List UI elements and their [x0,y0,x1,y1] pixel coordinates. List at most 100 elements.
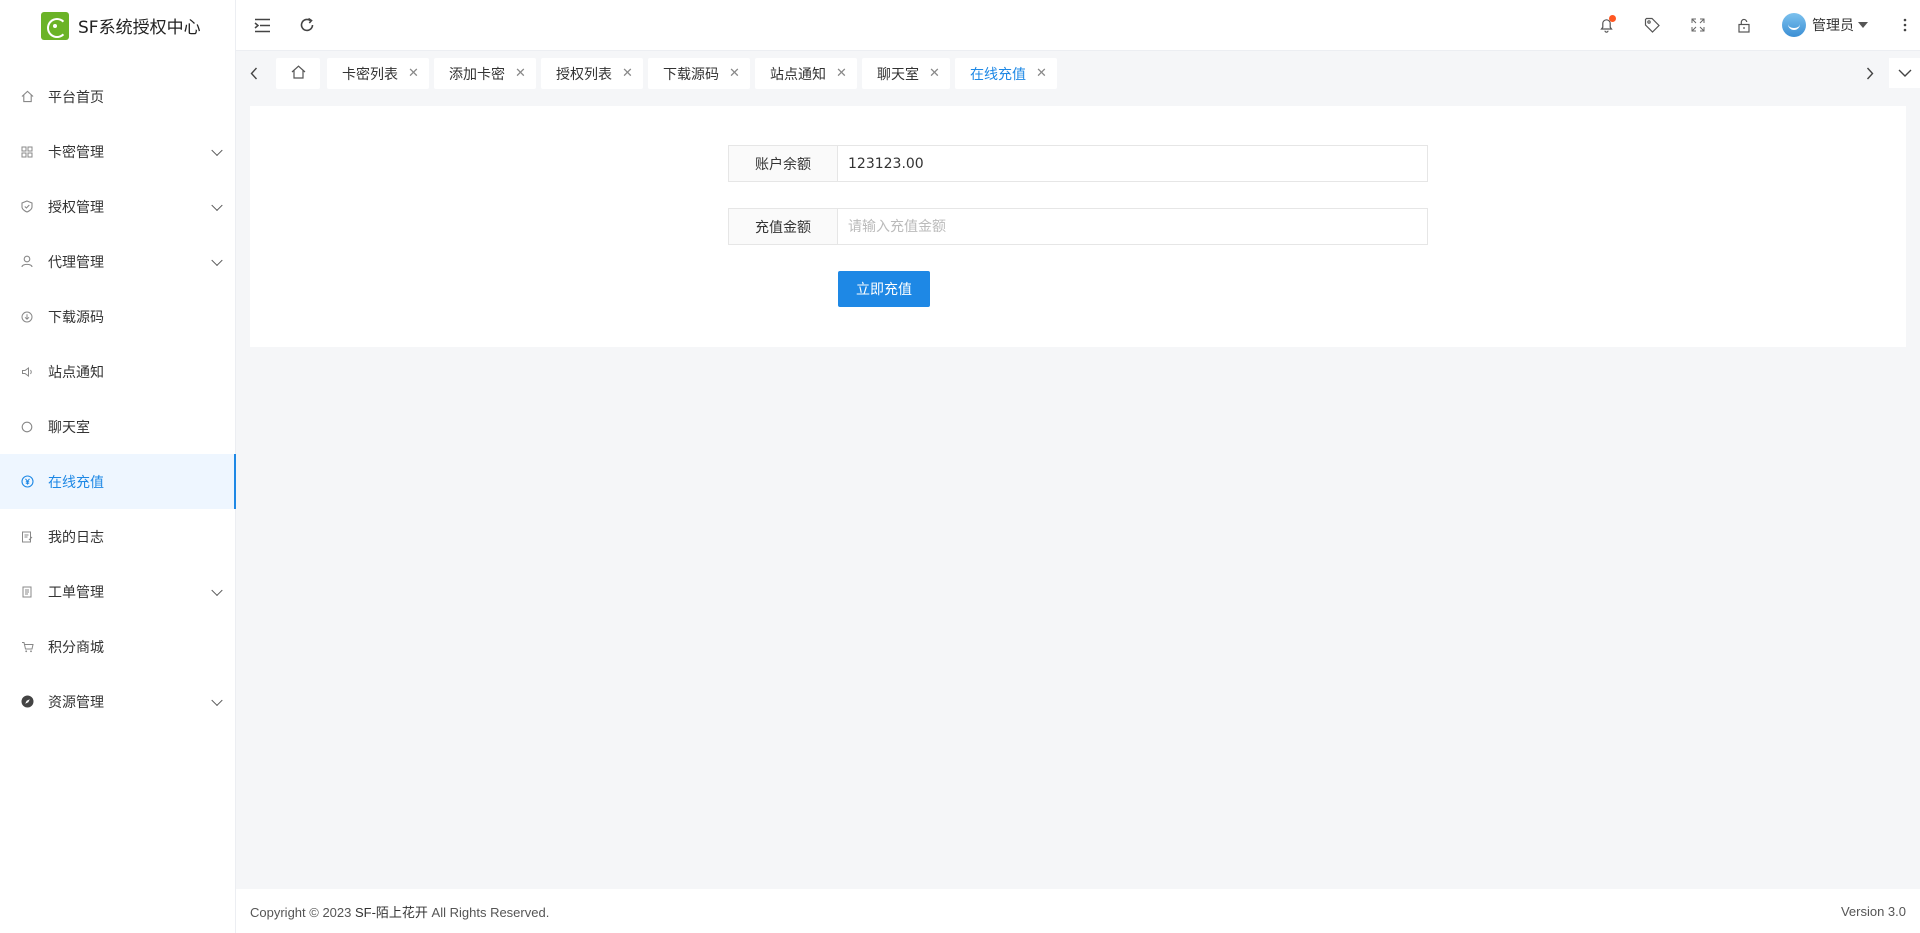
caret-down-icon [1858,22,1868,28]
tabs-bar: 卡密列表 ✕ 添加卡密 ✕ 授权列表 ✕ 下载源码 ✕ 站点通知 ✕ 聊天室 ✕… [236,51,1920,96]
sidebar-item-label: 站点通知 [48,364,104,381]
compass-icon [20,695,34,709]
tab-auth-list[interactable]: 授权列表 ✕ [541,58,643,89]
tab-card-list[interactable]: 卡密列表 ✕ [327,58,429,89]
version: Version 3.0 [1840,903,1906,919]
balance-field[interactable] [838,145,1428,182]
tab-home[interactable] [276,58,320,89]
tab-label: 站点通知 [770,66,826,83]
sidebar-item-recharge[interactable]: 在线充值 [0,454,236,509]
ticket-icon [20,585,34,599]
sidebar-item-label: 卡密管理 [48,144,104,161]
sidebar-item-label: 工单管理 [48,584,104,601]
tab-label: 聊天室 [877,66,919,83]
tab-label: 添加卡密 [449,66,505,83]
more-icon[interactable] [1894,14,1916,36]
sidebar: SF系统授权中心 平台首页 卡密管理 授权管理 代理管理 下载源码 站点通知 聊… [0,0,236,933]
refresh-icon[interactable] [296,14,318,36]
tab-label: 卡密列表 [342,66,398,83]
sidebar-item-agents[interactable]: 代理管理 [0,234,235,289]
chevron-down-icon[interactable] [1889,58,1920,88]
log-icon [20,530,34,544]
cart-icon [20,640,34,654]
lock-icon[interactable] [1733,14,1755,36]
chevron-down-icon [211,694,223,706]
download-icon [20,310,34,324]
copyright-suffix: All Rights Reserved. [427,904,550,920]
sidebar-item-points-mall[interactable]: 积分商城 [0,619,235,674]
copyright-brand: SF-陌上花开 [354,904,428,920]
home-icon [291,64,306,83]
chevron-right-icon[interactable] [1856,58,1884,88]
sidebar-item-label: 在线充值 [48,474,104,491]
home-icon [20,90,34,104]
close-icon[interactable]: ✕ [836,66,847,81]
sidebar-item-label: 下载源码 [48,309,104,326]
sidebar-item-download[interactable]: 下载源码 [0,289,235,344]
sidebar-item-chatroom[interactable]: 聊天室 [0,399,235,454]
tab-label: 在线充值 [970,66,1026,83]
close-icon[interactable]: ✕ [408,66,419,81]
tag-icon[interactable] [1641,14,1663,36]
menu-fold-icon[interactable] [251,14,273,36]
footer: Copyright © 2023 SF-陌上花开 All Rights Rese… [236,889,1920,933]
user-icon [20,255,34,269]
amount-input[interactable] [838,208,1428,245]
balance-row: 账户余额 [728,145,1428,182]
sidebar-item-my-logs[interactable]: 我的日志 [0,509,235,564]
yen-icon [20,475,34,489]
app-title: SF系统授权中心 [78,18,201,38]
chevron-down-icon [211,199,223,211]
close-icon[interactable]: ✕ [1036,66,1047,81]
bell-icon[interactable] [1595,14,1617,36]
sidebar-item-label: 代理管理 [48,254,104,271]
shield-icon [20,200,34,214]
sidebar-item-label: 积分商城 [48,639,104,656]
chevron-left-icon[interactable] [240,58,268,88]
balance-label: 账户余额 [728,145,838,182]
amount-row: 充值金额 [728,208,1428,245]
chevron-down-icon [211,144,223,156]
recharge-button[interactable]: 立即充值 [838,271,930,307]
close-icon[interactable]: ✕ [729,66,740,81]
chat-icon [20,420,34,434]
tab-notices[interactable]: 站点通知 ✕ [755,58,857,89]
close-icon[interactable]: ✕ [515,66,526,81]
logo-icon [41,11,69,40]
chevron-down-icon [211,584,223,596]
sidebar-item-label: 我的日志 [48,529,104,546]
avatar [1782,13,1806,37]
user-name: 管理员 [1812,18,1854,34]
logo[interactable]: SF系统授权中心 [0,0,235,51]
sidebar-item-tickets[interactable]: 工单管理 [0,564,235,619]
sidebar-item-label: 资源管理 [48,694,104,711]
tab-chatroom[interactable]: 聊天室 ✕ [862,58,950,89]
close-icon[interactable]: ✕ [622,66,633,81]
grid-icon [20,145,34,159]
sidebar-menu: 平台首页 卡密管理 授权管理 代理管理 下载源码 站点通知 聊天室 在线充值 我… [0,69,236,729]
speaker-icon [20,365,34,379]
sidebar-item-label: 授权管理 [48,199,104,216]
recharge-card: 账户余额 充值金额 立即充值 [250,106,1906,347]
tab-label: 下载源码 [663,66,719,83]
top-header: 管理员 [236,0,1920,51]
amount-label: 充值金额 [728,208,838,245]
user-menu[interactable]: 管理员 [1782,12,1868,38]
tab-add-card[interactable]: 添加卡密 ✕ [434,58,536,89]
chevron-down-icon [211,254,223,266]
sidebar-item-authorization[interactable]: 授权管理 [0,179,235,234]
sidebar-item-home[interactable]: 平台首页 [0,69,235,124]
copyright-prefix: Copyright © 2023 [250,904,355,920]
copyright: Copyright © 2023 SF-陌上花开 All Rights Rese… [250,902,549,921]
sidebar-item-card-keys[interactable]: 卡密管理 [0,124,235,179]
tab-label: 授权列表 [556,66,612,83]
tab-recharge[interactable]: 在线充值 ✕ [955,58,1057,89]
fullscreen-icon[interactable] [1687,14,1709,36]
sidebar-item-resources[interactable]: 资源管理 [0,674,235,729]
sidebar-item-label: 聊天室 [48,419,90,436]
tab-download[interactable]: 下载源码 ✕ [648,58,750,89]
sidebar-item-label: 平台首页 [48,89,104,106]
close-icon[interactable]: ✕ [929,66,940,81]
notification-badge [1609,15,1616,22]
sidebar-item-notices[interactable]: 站点通知 [0,344,235,399]
